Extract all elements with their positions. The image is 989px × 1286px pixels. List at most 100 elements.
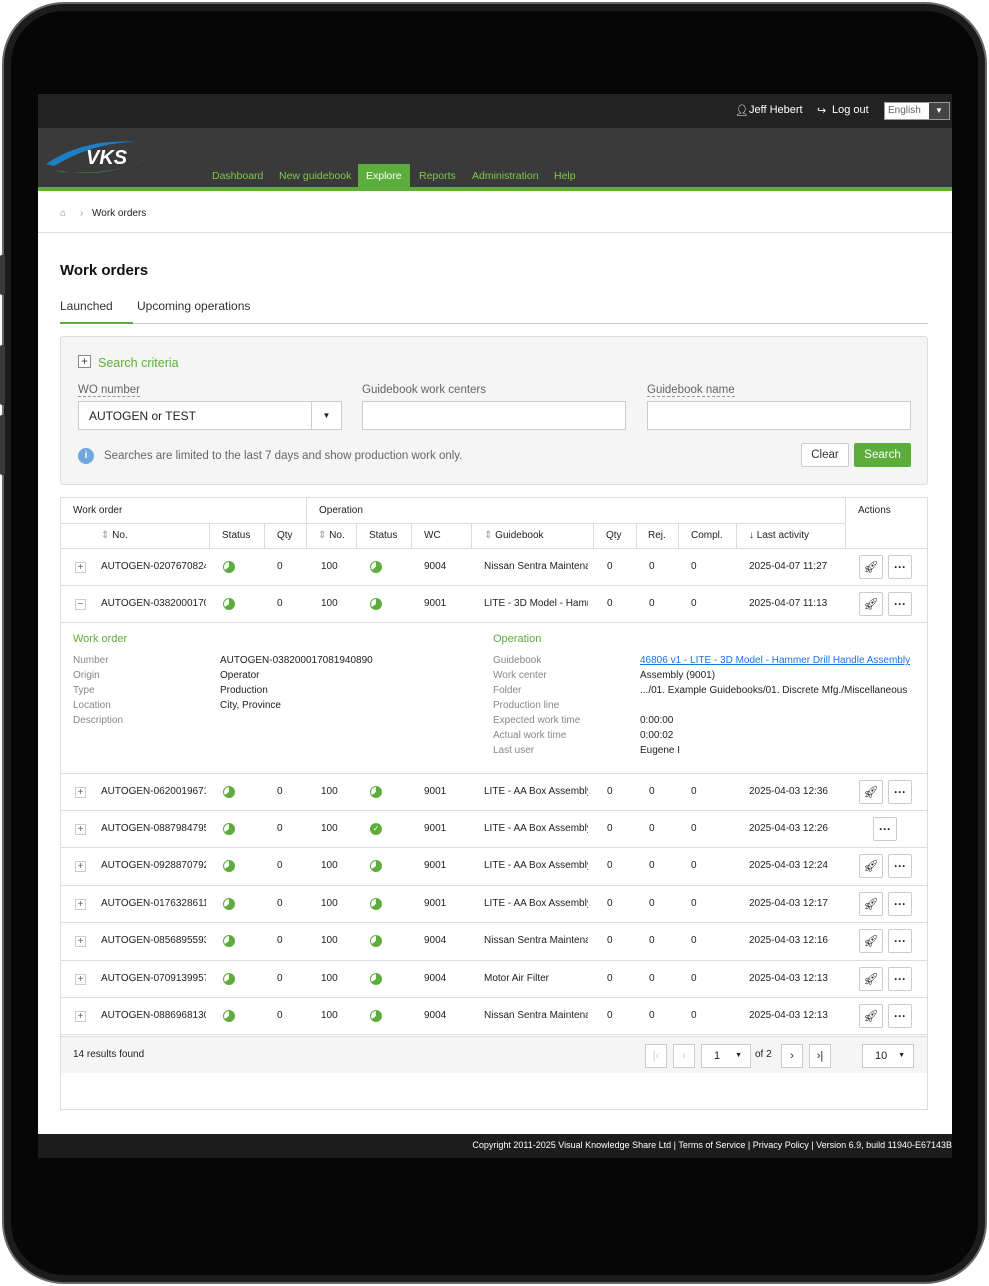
detail-value: 0:00:02 bbox=[640, 730, 674, 741]
op-number-cell: 100 bbox=[321, 598, 338, 609]
search-criteria-toggle[interactable]: Search criteria bbox=[98, 356, 179, 370]
search-info-text: Searches are limited to the last 7 days … bbox=[104, 450, 463, 462]
collapse-icon[interactable]: − bbox=[75, 599, 86, 610]
nav-administration[interactable]: Administration bbox=[464, 164, 547, 188]
detail-key: Origin bbox=[73, 670, 100, 681]
plus-icon[interactable]: + bbox=[78, 355, 91, 368]
nav-reports[interactable]: Reports bbox=[411, 164, 464, 188]
detail-value: Production bbox=[220, 685, 268, 696]
expand-icon[interactable]: + bbox=[75, 824, 86, 835]
launch-rocket-icon[interactable]: 🚀︎ bbox=[859, 780, 883, 804]
detail-key: Location bbox=[73, 700, 111, 711]
tab-launched[interactable]: Launched bbox=[60, 299, 113, 313]
more-actions-button[interactable]: ··· bbox=[888, 967, 912, 991]
wo-number-cell: AUTOGEN-0856895593 bbox=[101, 935, 206, 946]
next-page-button[interactable]: › bbox=[781, 1044, 803, 1068]
expand-icon[interactable]: + bbox=[75, 787, 86, 798]
logout-icon: ↪ bbox=[817, 105, 827, 117]
nav-explore[interactable]: Explore bbox=[358, 164, 410, 188]
col-last-activity[interactable]: ↓ Last activity bbox=[749, 530, 809, 541]
prev-page-button[interactable]: ‹ bbox=[673, 1044, 695, 1068]
language-select[interactable]: English ▼ bbox=[884, 102, 950, 120]
launch-rocket-icon[interactable]: 🚀︎ bbox=[859, 854, 883, 878]
clear-button[interactable]: Clear bbox=[801, 443, 849, 467]
chevron-down-icon[interactable]: ▼ bbox=[311, 402, 341, 429]
col-wo-status: Status bbox=[222, 530, 251, 541]
op-number-cell: 100 bbox=[321, 860, 338, 871]
launch-rocket-icon[interactable]: 🚀︎ bbox=[859, 892, 883, 916]
more-actions-button[interactable]: ··· bbox=[888, 929, 912, 953]
column-divider bbox=[678, 523, 679, 548]
guidebook-cell: Nissan Sentra Maintenance bbox=[484, 1010, 588, 1021]
guidebook-cell: Motor Air Filter bbox=[484, 973, 550, 984]
op-qty-cell: 0 bbox=[607, 1010, 613, 1021]
detail-value: .../01. Example Guidebooks/01. Discrete … bbox=[640, 685, 908, 696]
wo-qty-cell: 0 bbox=[277, 1010, 283, 1021]
work-centers-input[interactable] bbox=[362, 401, 626, 430]
more-actions-button[interactable]: ··· bbox=[888, 592, 912, 616]
side-button bbox=[0, 415, 5, 475]
last-page-button[interactable]: ›| bbox=[809, 1044, 831, 1068]
compl-cell: 0 bbox=[691, 860, 697, 871]
more-actions-button[interactable]: ··· bbox=[888, 892, 912, 916]
launch-rocket-icon[interactable]: 🚀︎ bbox=[859, 1004, 883, 1028]
col-guidebook[interactable]: ⇕ Guidebook bbox=[484, 530, 544, 541]
search-button[interactable]: Search bbox=[854, 443, 911, 467]
nav-help[interactable]: Help bbox=[546, 164, 584, 188]
status-in-progress-icon bbox=[370, 561, 382, 573]
detail-value: Operator bbox=[220, 670, 260, 681]
user-name[interactable]: Jeff Hebert bbox=[749, 104, 803, 116]
expand-icon[interactable]: + bbox=[75, 1011, 86, 1022]
vks-logo[interactable]: VKS bbox=[44, 136, 154, 178]
expand-icon[interactable]: + bbox=[75, 899, 86, 910]
table-row: + AUTOGEN-0176328611 0 100 9001 LITE - AA Box… bbox=[61, 885, 927, 922]
expand-icon[interactable]: + bbox=[75, 974, 86, 985]
per-page-select[interactable]: 10 ▼ bbox=[862, 1044, 914, 1068]
last-activity-cell: 2025-04-03 12:24 bbox=[749, 860, 828, 871]
more-actions-button[interactable]: ··· bbox=[888, 555, 912, 579]
logout-link[interactable]: Log out bbox=[832, 104, 869, 116]
last-activity-cell: 2025-04-07 11:27 bbox=[749, 561, 828, 572]
op-number-cell: 100 bbox=[321, 823, 338, 834]
launch-rocket-icon[interactable]: 🚀︎ bbox=[859, 555, 883, 579]
status-in-progress-icon bbox=[370, 598, 382, 610]
breadcrumb: ⌂ › Work orders bbox=[38, 195, 952, 233]
col-op-status: Status bbox=[369, 530, 398, 541]
nav-dashboard[interactable]: Dashboard bbox=[204, 164, 271, 188]
tab-upcoming-operations[interactable]: Upcoming operations bbox=[137, 299, 250, 313]
page-select[interactable]: 1 ▼ bbox=[701, 1044, 751, 1068]
tab-divider bbox=[60, 323, 928, 324]
more-actions-button[interactable]: ··· bbox=[873, 817, 897, 841]
guidebook-link[interactable]: 46806 v1 - LITE - 3D Model - Hammer Dril… bbox=[640, 655, 910, 666]
expand-icon[interactable]: + bbox=[75, 861, 86, 872]
wc-cell: 9001 bbox=[424, 598, 447, 609]
expand-icon[interactable]: + bbox=[75, 562, 86, 573]
wo-number-cell: AUTOGEN-0928870792 bbox=[101, 860, 206, 871]
header: VKS Dashboard New guidebook Explore Repo… bbox=[38, 128, 952, 191]
launch-rocket-icon[interactable]: 🚀︎ bbox=[859, 592, 883, 616]
top-bar: 👤︎ Jeff Hebert ↪ Log out English ▼ bbox=[38, 94, 952, 128]
detail-key: Expected work time bbox=[493, 715, 581, 726]
more-actions-button[interactable]: ··· bbox=[888, 780, 912, 804]
column-divider bbox=[636, 523, 637, 548]
op-qty-cell: 0 bbox=[607, 898, 613, 909]
detail-key: Folder bbox=[493, 685, 522, 696]
status-in-progress-icon bbox=[370, 935, 382, 947]
col-wo-no[interactable]: ⇕ No. bbox=[101, 530, 128, 541]
home-icon[interactable]: ⌂ bbox=[60, 208, 66, 219]
more-actions-button[interactable]: ··· bbox=[888, 1004, 912, 1028]
first-page-button[interactable]: |‹ bbox=[645, 1044, 667, 1068]
wc-cell: 9001 bbox=[424, 823, 447, 834]
wo-number-input[interactable]: AUTOGEN or TEST ▼ bbox=[78, 401, 342, 430]
expand-icon[interactable]: + bbox=[75, 936, 86, 947]
more-actions-button[interactable]: ··· bbox=[888, 854, 912, 878]
col-op-no[interactable]: ⇕ No. bbox=[318, 530, 345, 541]
launch-rocket-icon[interactable]: 🚀︎ bbox=[859, 967, 883, 991]
guidebook-name-input[interactable] bbox=[647, 401, 911, 430]
launch-rocket-icon[interactable]: 🚀︎ bbox=[859, 929, 883, 953]
work-centers-label: Guidebook work centers bbox=[362, 384, 487, 396]
status-in-progress-icon bbox=[223, 786, 235, 798]
status-in-progress-icon bbox=[223, 973, 235, 985]
column-divider bbox=[845, 498, 846, 548]
nav-new-guidebook[interactable]: New guidebook bbox=[271, 164, 359, 188]
